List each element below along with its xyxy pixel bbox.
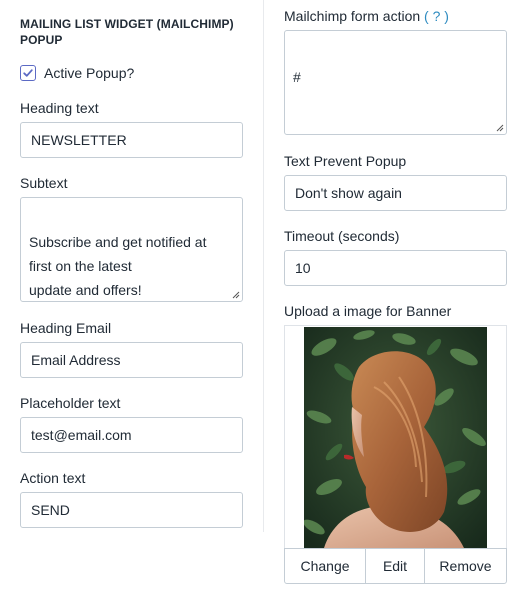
prevent-popup-label: Text Prevent Popup bbox=[284, 153, 407, 169]
action-text-label: Action text bbox=[20, 470, 86, 486]
prevent-popup-input[interactable]: Don't show again bbox=[284, 175, 507, 211]
heading-email-input[interactable]: Email Address bbox=[20, 342, 243, 378]
remove-button[interactable]: Remove bbox=[425, 549, 506, 583]
action-text-input[interactable]: SEND bbox=[20, 492, 243, 528]
timeout-input[interactable]: 10 bbox=[284, 250, 507, 286]
banner-label: Upload a image for Banner bbox=[284, 303, 452, 319]
banner-image-frame bbox=[284, 325, 507, 548]
section-title: MAILING LIST WIDGET (MAILCHIMP) POPUP bbox=[20, 17, 234, 47]
subtext-value: Subscribe and get notified at first on t… bbox=[29, 234, 207, 298]
form-action-value: # bbox=[293, 69, 301, 85]
heading-email-label: Heading Email bbox=[20, 320, 112, 336]
active-popup-checkbox[interactable] bbox=[20, 65, 36, 81]
placeholder-text-input[interactable]: test@email.com bbox=[20, 417, 243, 453]
subtext-label: Subtext bbox=[20, 175, 68, 191]
edit-button[interactable]: Edit bbox=[366, 549, 425, 583]
resize-grip-icon[interactable] bbox=[232, 291, 240, 299]
timeout-label: Timeout (seconds) bbox=[284, 228, 400, 244]
heading-text-label: Heading text bbox=[20, 100, 99, 116]
form-action-help-link[interactable]: ( ? ) bbox=[424, 8, 449, 24]
active-popup-label: Active Popup? bbox=[44, 65, 135, 81]
banner-button-group: Change Edit Remove bbox=[284, 548, 507, 584]
subtext-textarea[interactable]: Subscribe and get notified at first on t… bbox=[20, 197, 243, 302]
form-action-label-text: Mailchimp form action bbox=[284, 8, 421, 24]
form-action-label: Mailchimp form action ( ? ) bbox=[284, 7, 449, 25]
banner-image bbox=[304, 327, 487, 548]
checkmark-icon bbox=[23, 69, 33, 77]
column-divider bbox=[263, 0, 264, 532]
active-popup-row[interactable]: Active Popup? bbox=[20, 64, 134, 82]
heading-text-input[interactable]: NEWSLETTER bbox=[20, 122, 243, 158]
resize-grip-icon[interactable] bbox=[496, 124, 504, 132]
change-button[interactable]: Change bbox=[285, 549, 366, 583]
placeholder-text-label: Placeholder text bbox=[20, 395, 121, 411]
form-action-textarea[interactable]: # bbox=[284, 30, 507, 135]
